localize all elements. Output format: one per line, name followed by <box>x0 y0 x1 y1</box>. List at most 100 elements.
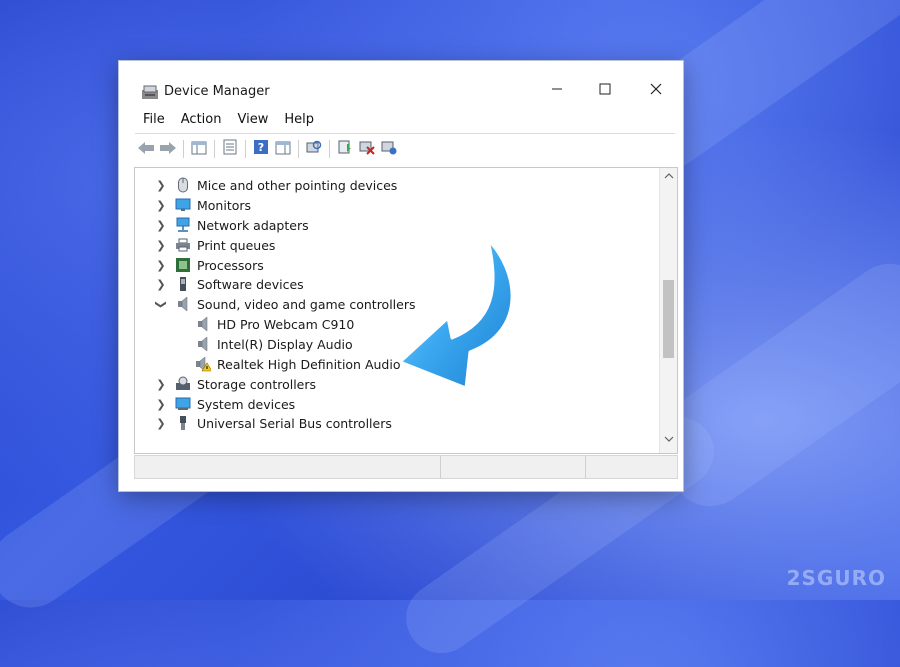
device-manager-window: Device Manager File Action View Help ? ❯… <box>119 61 683 491</box>
software-device-icon <box>175 276 191 292</box>
disable-device-button[interactable] <box>356 139 378 159</box>
forward-arrow-icon <box>159 140 177 159</box>
chevron-up-icon <box>664 172 674 183</box>
device-manager-app-icon <box>141 84 159 100</box>
storage-controller-icon <box>175 376 191 392</box>
tree-item-label: HD Pro Webcam C910 <box>217 316 355 332</box>
toolbar: ? <box>135 138 400 160</box>
minimize-icon <box>551 83 563 99</box>
tree-item-label: Realtek High Definition Audio <box>217 356 401 372</box>
tree-item-hd-pro-webcam[interactable]: HD Pro Webcam C910 <box>195 314 354 334</box>
tree-item-label: Monitors <box>197 197 252 213</box>
scan-hardware-icon <box>306 139 322 159</box>
maximize-icon <box>599 83 611 99</box>
toolbar-divider <box>245 140 246 158</box>
tree-item-label: Software devices <box>197 276 304 292</box>
processor-icon <box>175 257 191 273</box>
help-icon: ? <box>253 139 269 159</box>
chevron-down-icon <box>664 435 674 446</box>
chevron-right-icon[interactable]: ❯ <box>155 417 167 430</box>
forward-button[interactable] <box>157 139 179 159</box>
menu-action[interactable]: Action <box>173 111 230 131</box>
tree-item-monitors[interactable]: ❯ Monitors <box>155 195 251 215</box>
uninstall-device-icon <box>381 139 397 159</box>
show-hide-action-pane-icon <box>275 140 291 159</box>
tree-item-label: Storage controllers <box>197 376 317 392</box>
speaker-icon <box>175 296 191 312</box>
back-arrow-icon <box>137 140 155 159</box>
chevron-right-icon[interactable]: ❯ <box>155 398 167 411</box>
system-device-icon <box>175 396 191 412</box>
update-driver-icon <box>337 139 353 159</box>
chevron-down-icon[interactable]: ❯ <box>155 298 168 310</box>
tree-item-network-adapters[interactable]: ❯ Network adapters <box>155 215 309 235</box>
properties-icon <box>222 139 238 159</box>
menu-bar: File Action View Help <box>135 111 322 131</box>
update-driver-button[interactable] <box>334 139 356 159</box>
chevron-right-icon[interactable]: ❯ <box>155 239 167 252</box>
uninstall-device-button[interactable] <box>378 139 400 159</box>
help-button[interactable]: ? <box>250 139 272 159</box>
menu-help[interactable]: Help <box>276 111 322 131</box>
properties-button[interactable] <box>219 139 241 159</box>
menu-file[interactable]: File <box>135 111 173 131</box>
chevron-right-icon[interactable]: ❯ <box>155 378 167 391</box>
tree-item-sound-video-game-controllers[interactable]: ❯ Sound, video and game controllers <box>155 294 416 314</box>
menu-view[interactable]: View <box>229 111 276 131</box>
scroll-up-button[interactable] <box>660 170 677 186</box>
tree-item-processors[interactable]: ❯ Processors <box>155 255 264 275</box>
status-bar <box>134 455 678 479</box>
svg-text:?: ? <box>258 141 264 154</box>
menu-separator <box>135 133 675 134</box>
chevron-right-icon[interactable]: ❯ <box>155 199 167 212</box>
tree-item-label: System devices <box>197 396 296 412</box>
tree-item-print-queues[interactable]: ❯ Print queues <box>155 235 275 255</box>
status-pane <box>585 456 676 478</box>
close-icon <box>650 83 662 99</box>
title-bar[interactable]: Device Manager <box>119 61 683 109</box>
back-button[interactable] <box>135 139 157 159</box>
tree-item-label: Sound, video and game controllers <box>197 296 416 312</box>
toolbar-divider <box>329 140 330 158</box>
status-pane <box>440 456 586 478</box>
scrollbar-thumb[interactable] <box>663 280 674 358</box>
tree-item-realtek-hd-audio[interactable]: Realtek High Definition Audio <box>195 354 400 374</box>
usb-icon <box>175 415 191 431</box>
printer-icon <box>175 237 191 253</box>
tree-item-software-devices[interactable]: ❯ Software devices <box>155 274 304 294</box>
chevron-right-icon[interactable]: ❯ <box>155 179 167 192</box>
close-button[interactable] <box>638 77 674 105</box>
tree-item-storage-controllers[interactable]: ❯ Storage controllers <box>155 374 316 394</box>
show-hide-action-pane-button[interactable] <box>272 139 294 159</box>
maximize-button[interactable] <box>587 77 623 105</box>
status-pane <box>135 456 441 478</box>
mouse-icon <box>175 177 191 193</box>
chevron-right-icon[interactable]: ❯ <box>155 219 167 232</box>
watermark-logo: 2SGURO <box>786 566 886 590</box>
window-title: Device Manager <box>164 84 270 99</box>
tree-item-system-devices[interactable]: ❯ System devices <box>155 394 295 414</box>
tree-item-label: Processors <box>197 257 264 273</box>
tree-item-mice[interactable]: ❯ Mice and other pointing devices <box>155 175 397 195</box>
tree-item-label: Network adapters <box>197 217 309 233</box>
vertical-scrollbar[interactable] <box>659 168 677 453</box>
device-tree[interactable]: ❯ Mice and other pointing devices ❯ Moni… <box>134 167 678 454</box>
chevron-right-icon[interactable]: ❯ <box>155 259 167 272</box>
tree-item-usb-controllers[interactable]: ❯ Universal Serial Bus controllers <box>155 413 392 433</box>
minimize-button[interactable] <box>539 77 575 105</box>
speaker-warning-icon <box>195 356 211 372</box>
tree-item-label: Mice and other pointing devices <box>197 177 398 193</box>
scroll-down-button[interactable] <box>660 433 677 449</box>
tree-item-label: Universal Serial Bus controllers <box>197 415 392 431</box>
disable-device-icon <box>359 139 375 159</box>
tree-item-label: Print queues <box>197 237 276 253</box>
scan-hardware-button[interactable] <box>303 139 325 159</box>
chevron-right-icon[interactable]: ❯ <box>155 278 167 291</box>
toolbar-divider <box>298 140 299 158</box>
tree-item-intel-display-audio[interactable]: Intel(R) Display Audio <box>195 334 353 354</box>
toolbar-divider <box>183 140 184 158</box>
show-hide-console-tree-icon <box>191 140 207 159</box>
speaker-icon <box>195 316 211 332</box>
show-hide-console-tree-button[interactable] <box>188 139 210 159</box>
speaker-icon <box>195 336 211 352</box>
